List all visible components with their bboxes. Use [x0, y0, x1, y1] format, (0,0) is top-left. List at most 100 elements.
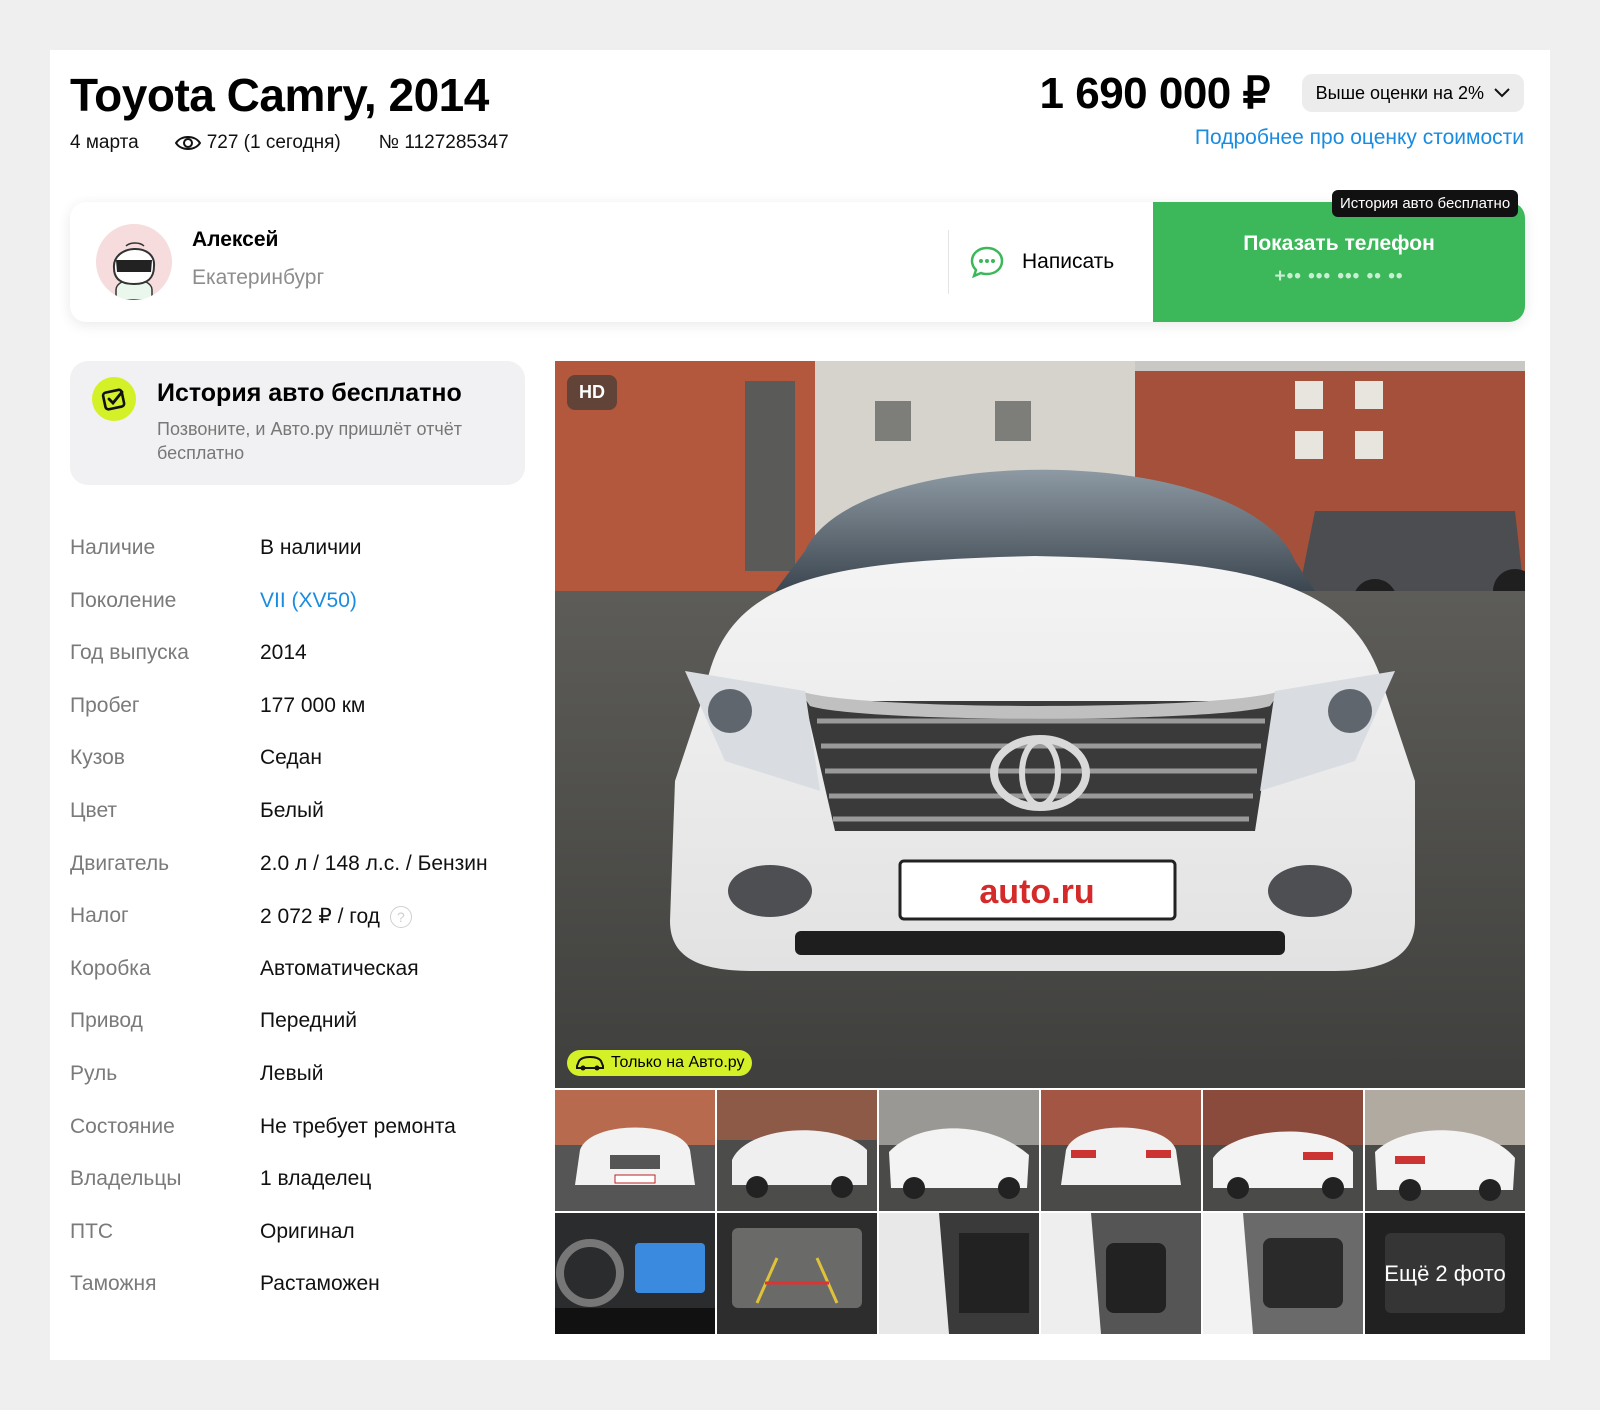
spec-value: Левый	[260, 1061, 324, 1085]
spec-value: 1 владелец	[260, 1167, 372, 1191]
listing-date: 4 марта	[70, 132, 139, 153]
photo-thumbnail[interactable]	[879, 1213, 1039, 1334]
show-phone-label: Показать телефон	[1243, 232, 1435, 255]
spec-key: Цвет	[70, 798, 118, 822]
spec-key: Год выпуска	[70, 641, 189, 665]
spec-row: Поколение VII (XV50)	[70, 589, 530, 642]
spec-key: Владельцы	[70, 1167, 182, 1191]
more-photos-thumbnail[interactable]: Ещё 2 фото	[1365, 1213, 1525, 1334]
spec-value: Передний	[260, 1009, 357, 1033]
estimate-dropdown[interactable]: Выше оценки на 2%	[1301, 74, 1524, 112]
question-icon[interactable]: ?	[389, 905, 412, 928]
car-icon	[576, 1055, 604, 1071]
spec-value: 2.0 л / 148 л.с. / Бензин	[260, 851, 488, 875]
price: 1 690 000 ₽	[1039, 69, 1271, 118]
main-photo[interactable]: auto.ru HD Только на Авто.ру	[555, 361, 1525, 1088]
history-banner[interactable]: История авто бесплатно Позвоните, и Авто…	[70, 361, 525, 485]
spec-value: Не требует ремонта	[260, 1114, 456, 1138]
spec-key: Наличие	[70, 536, 156, 559]
show-phone-button[interactable]: Показать телефон +•• ••• ••• •• ••	[1153, 202, 1525, 322]
estimate-label: Выше оценки на 2%	[1315, 82, 1484, 103]
photo-thumbnail[interactable]	[555, 1090, 715, 1211]
spec-row: Год выпуска 2014	[70, 641, 530, 694]
spec-value: 177 000 км	[260, 693, 366, 717]
spec-value: Оригинал	[260, 1219, 355, 1243]
history-subtitle: Позвоните, и Авто.ру пришлёт отчёт беспл…	[157, 419, 463, 463]
listing-meta: 4 марта 727 (1 сегодня) № 1127285347	[70, 132, 509, 154]
spec-row: Коробка Автоматическая	[70, 957, 530, 1010]
photo-thumbnail[interactable]	[555, 1213, 715, 1334]
chat-icon	[970, 246, 1004, 278]
photo-thumbnail[interactable]	[1041, 1090, 1201, 1211]
listing-number: № 1127285347	[378, 132, 509, 153]
eye-icon	[174, 136, 201, 150]
spec-value: 2014	[260, 641, 307, 665]
photo-thumbnail[interactable]	[1365, 1090, 1525, 1211]
spec-key: Кузов	[70, 746, 125, 770]
generation-link[interactable]: VII (XV50)	[260, 589, 357, 613]
spec-key: Руль	[70, 1061, 118, 1085]
spec-key: ПТС	[70, 1219, 114, 1243]
car-front-photo: auto.ru	[555, 361, 1525, 1088]
history-tooltip: История авто бесплатно	[1332, 190, 1519, 217]
thumbnail-grid: Ещё 2 фото	[555, 1090, 1525, 1334]
spec-row: Привод Передний	[70, 1009, 530, 1062]
helmet-avatar-icon	[112, 242, 156, 300]
hd-badge: HD	[567, 375, 617, 410]
divider	[948, 230, 949, 294]
photo-thumbnail[interactable]	[1203, 1090, 1363, 1211]
spec-row: Таможня Растаможен	[70, 1272, 530, 1325]
spec-value: В наличии	[260, 536, 362, 559]
spec-row: ПТС Оригинал	[70, 1220, 530, 1273]
views-count: 727 (1 сегодня)	[206, 132, 341, 153]
spec-row: Цвет Белый	[70, 799, 530, 852]
photo-thumbnail[interactable]	[1041, 1213, 1201, 1334]
spec-row: Наличие В наличии	[70, 536, 530, 589]
spec-key: Таможня	[70, 1272, 157, 1296]
more-photos-label: Ещё 2 фото	[1365, 1213, 1525, 1334]
photo-gallery: auto.ru HD Только на Авто.ру Ещё 2 фото	[555, 361, 1525, 1334]
tax-value: 2 072 ₽ / год	[260, 905, 380, 929]
phone-mask: +•• ••• ••• •• ••	[1274, 266, 1404, 287]
spec-value: Автоматическая	[260, 956, 419, 980]
avatar[interactable]	[96, 224, 172, 300]
listing-title: Toyota Camry, 2014	[70, 69, 489, 121]
spec-key: Коробка	[70, 956, 151, 980]
spec-key: Поколение	[70, 588, 177, 612]
photo-thumbnail[interactable]	[717, 1213, 877, 1334]
seller-panel: Алексей Екатеринбург Написать Показать т…	[70, 202, 1525, 322]
spec-row: Кузов Седан	[70, 746, 530, 799]
photo-thumbnail[interactable]	[717, 1090, 877, 1211]
spec-value: Седан	[260, 746, 322, 770]
seller-city: Екатеринбург	[192, 266, 325, 289]
chevron-down-icon	[1494, 88, 1510, 98]
spec-value-tax: 2 072 ₽ / год?	[260, 904, 412, 929]
spec-row: Налог 2 072 ₽ / год?	[70, 904, 530, 957]
spec-key: Состояние	[70, 1114, 175, 1138]
spec-key: Двигатель	[70, 851, 170, 875]
checkmark-icon	[92, 377, 136, 421]
specs-table: Наличие В наличии Поколение VII (XV50) Год…	[70, 536, 530, 1325]
spec-row: Двигатель 2.0 л / 148 л.с. / Бензин	[70, 852, 530, 905]
spec-row: Пробег 177 000 км	[70, 694, 530, 747]
seller-name: Алексей	[192, 228, 279, 251]
spec-key: Пробег	[70, 693, 140, 717]
only-badge-label: Только на Авто.ру	[611, 1054, 745, 1071]
write-label: Написать	[1022, 250, 1115, 273]
listing-card: Toyota Camry, 2014 4 марта 727 (1 сегодн…	[50, 50, 1550, 1360]
plate-text: auto.ru	[979, 873, 1094, 911]
spec-value: Растаможен	[260, 1272, 380, 1296]
photo-thumbnail[interactable]	[1203, 1213, 1363, 1334]
history-title: История авто бесплатно	[157, 379, 462, 407]
spec-row: Руль Левый	[70, 1062, 530, 1115]
photo-thumbnail[interactable]	[879, 1090, 1039, 1211]
write-message-button[interactable]: Написать	[970, 242, 1114, 282]
views-counter: 727 (1 сегодня)	[174, 132, 341, 154]
spec-key: Привод	[70, 1009, 143, 1033]
spec-row: Владельцы 1 владелец	[70, 1167, 530, 1220]
spec-key: Налог	[70, 904, 129, 928]
spec-row: Состояние Не требует ремонта	[70, 1115, 530, 1168]
only-on-autoru-badge: Только на Авто.ру	[567, 1050, 753, 1076]
spec-value: Белый	[260, 798, 324, 822]
estimate-details-link[interactable]: Подробнее про оценку стоимости	[1195, 126, 1524, 150]
